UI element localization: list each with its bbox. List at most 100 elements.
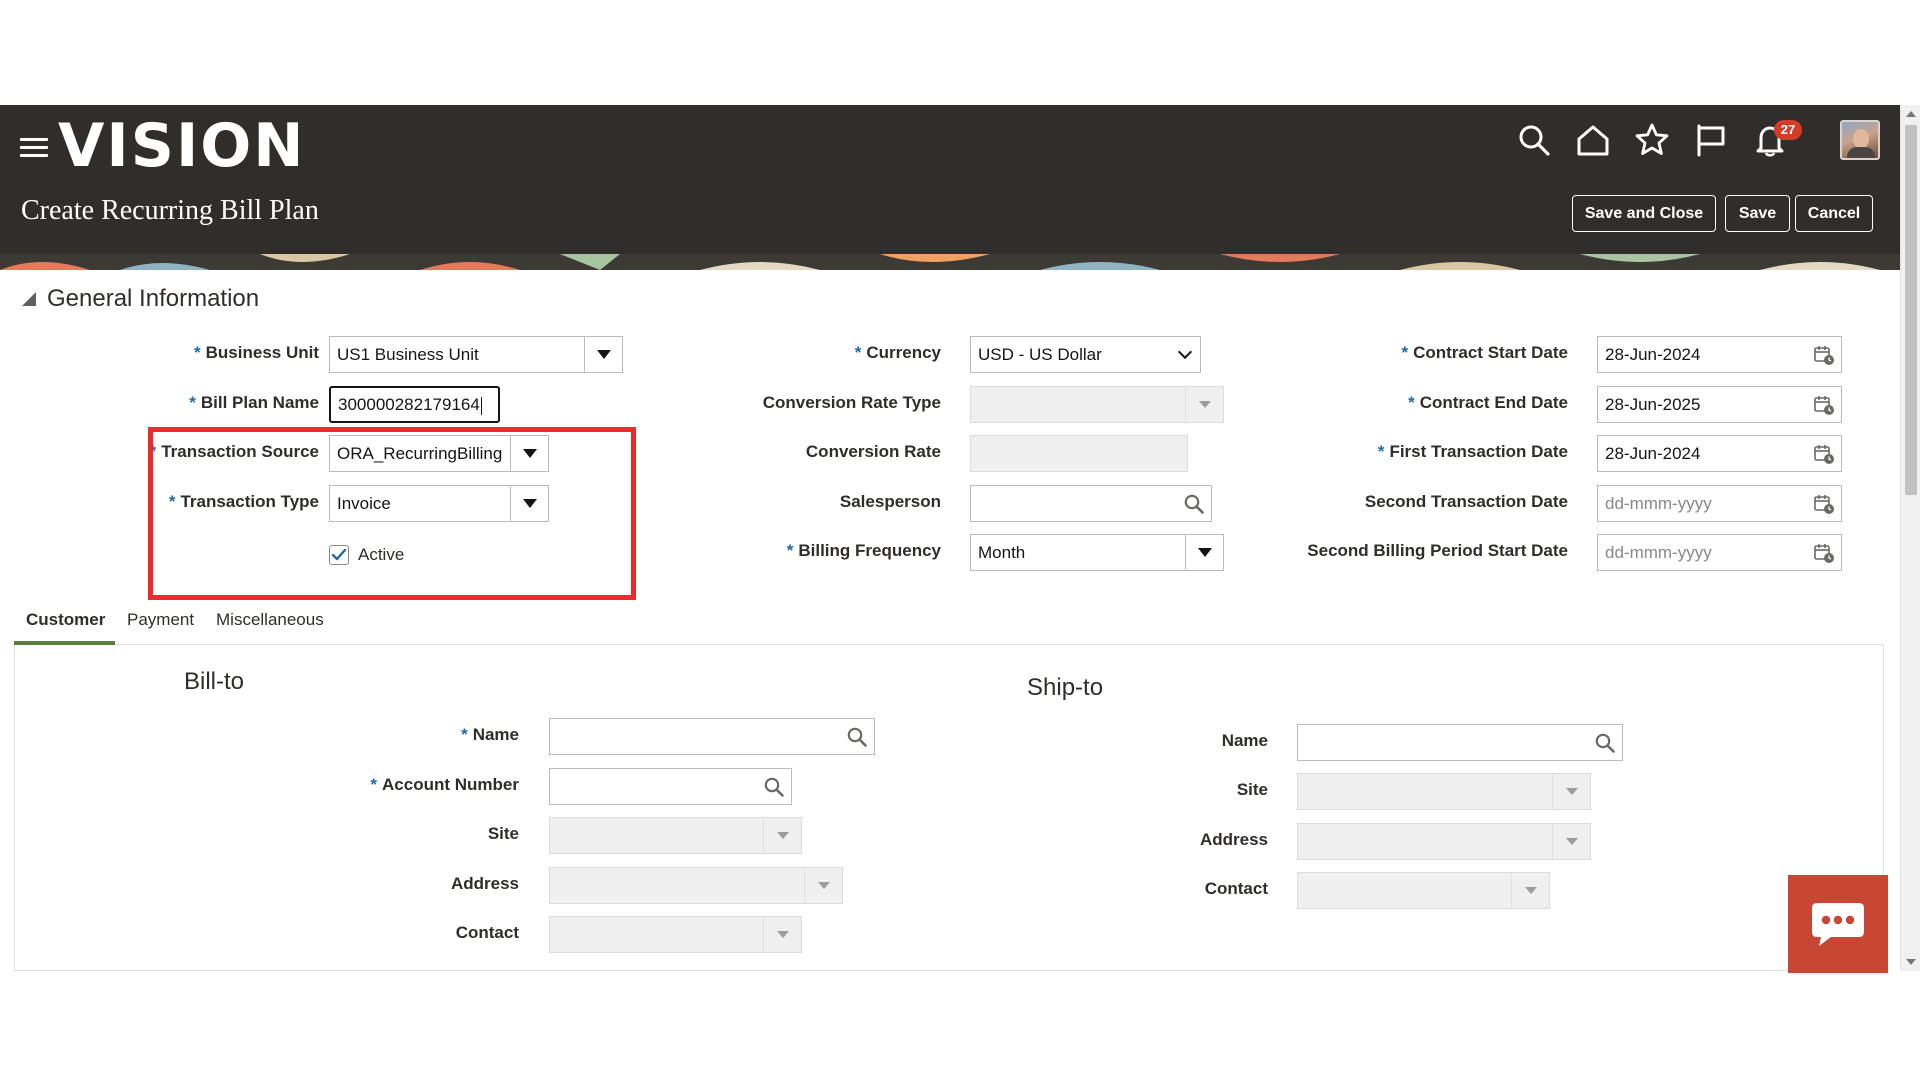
business-unit-dropdown-button[interactable] bbox=[584, 337, 622, 372]
app-root: VISION Create Recurring Bill Plan 27 Sav… bbox=[0, 105, 1900, 973]
search-icon[interactable] bbox=[1516, 122, 1556, 162]
second-billing-period-start-date-label: Second Billing Period Start Date bbox=[1307, 541, 1568, 560]
second-transaction-date-label: Second Transaction Date bbox=[1364, 492, 1568, 511]
chevron-down-icon bbox=[776, 832, 789, 839]
bill-to-title: Bill-to bbox=[184, 668, 245, 695]
search-icon[interactable] bbox=[1588, 725, 1622, 760]
star-icon[interactable] bbox=[1634, 122, 1674, 162]
conversion-rate-type-dropdown-button[interactable] bbox=[1185, 387, 1223, 422]
bill-to-contact-dropdown-button[interactable] bbox=[763, 917, 801, 952]
chat-assistant-button[interactable] bbox=[1788, 875, 1888, 973]
chevron-down-icon bbox=[817, 882, 830, 889]
currency-label: * Currency bbox=[854, 343, 941, 362]
bell-icon[interactable]: 27 bbox=[1752, 120, 1802, 162]
search-icon[interactable] bbox=[757, 769, 791, 804]
chevron-down-icon bbox=[1565, 788, 1578, 795]
global-header: VISION Create Recurring Bill Plan 27 Sav… bbox=[0, 105, 1900, 254]
contract-end-date-input[interactable]: 28-Jun-2025 bbox=[1597, 386, 1842, 423]
ship-to-title: Ship-to bbox=[1027, 674, 1104, 701]
scrollbar-thumb[interactable] bbox=[1905, 125, 1917, 495]
calendar-icon[interactable] bbox=[1807, 387, 1841, 422]
bill-plan-name-input[interactable]: 300000282179164 bbox=[329, 386, 500, 423]
bill-to-contact-label: Contact bbox=[455, 923, 519, 942]
calendar-icon[interactable] bbox=[1807, 337, 1841, 372]
notification-count-badge: 27 bbox=[1774, 120, 1802, 140]
bill-to-account-number-label: * Account Number bbox=[370, 775, 519, 794]
chevron-down-icon[interactable] bbox=[1177, 344, 1193, 360]
currency-select[interactable]: USD - US Dollar bbox=[970, 336, 1201, 373]
chevron-down-icon bbox=[776, 931, 789, 938]
vision-logo[interactable]: VISION bbox=[58, 111, 306, 181]
calendar-icon[interactable] bbox=[1807, 486, 1841, 521]
active-checkbox[interactable] bbox=[329, 545, 349, 565]
chevron-down-icon bbox=[596, 350, 611, 359]
conversion-rate-label: Conversion Rate bbox=[805, 442, 941, 461]
first-transaction-date-input[interactable]: 28-Jun-2024 bbox=[1597, 435, 1842, 472]
cancel-button[interactable]: Cancel bbox=[1795, 195, 1873, 232]
search-icon[interactable] bbox=[840, 719, 874, 754]
chat-bubble-icon bbox=[1812, 903, 1864, 946]
chevron-down-icon bbox=[522, 449, 537, 458]
business-unit-select[interactable]: US1 Business Unit bbox=[329, 336, 623, 373]
second-billing-period-start-date-input[interactable]: dd-mmm-yyyy bbox=[1597, 534, 1842, 571]
customer-tab-panel bbox=[14, 645, 1884, 971]
bill-to-site-label: Site bbox=[487, 824, 519, 843]
contract-start-date-input[interactable]: 28-Jun-2024 bbox=[1597, 336, 1842, 373]
first-transaction-date-label: * First Transaction Date bbox=[1377, 442, 1568, 461]
billing-frequency-label: * Billing Frequency bbox=[786, 541, 941, 560]
ship-to-contact-dropdown-button[interactable] bbox=[1511, 873, 1549, 908]
billing-frequency-select[interactable]: Month bbox=[970, 534, 1224, 571]
salesperson-label: Salesperson bbox=[839, 492, 941, 511]
bill-to-site-dropdown-button[interactable] bbox=[763, 818, 801, 853]
bill-to-name-input[interactable] bbox=[549, 718, 875, 755]
billing-frequency-dropdown-button[interactable] bbox=[1185, 535, 1223, 570]
ship-to-site-select[interactable] bbox=[1297, 773, 1591, 810]
ship-to-name-label: Name bbox=[1221, 731, 1268, 750]
transaction-type-dropdown-button[interactable] bbox=[510, 486, 548, 521]
chevron-down-icon bbox=[1565, 838, 1578, 845]
scroll-down-arrow-icon[interactable] bbox=[1906, 959, 1916, 965]
tab-payment[interactable]: Payment bbox=[127, 610, 194, 630]
second-transaction-date-input[interactable]: dd-mmm-yyyy bbox=[1597, 485, 1842, 522]
flag-icon[interactable] bbox=[1693, 122, 1733, 162]
transaction-type-select[interactable]: Invoice bbox=[329, 485, 549, 522]
salesperson-input[interactable] bbox=[970, 485, 1212, 522]
ship-to-site-label: Site bbox=[1236, 780, 1268, 799]
ship-to-address-dropdown-button[interactable] bbox=[1552, 824, 1590, 859]
tab-customer[interactable]: Customer bbox=[26, 610, 105, 630]
bill-plan-name-label: * Bill Plan Name bbox=[189, 393, 319, 412]
calendar-icon[interactable] bbox=[1807, 535, 1841, 570]
transaction-source-select[interactable]: ORA_RecurringBilling bbox=[329, 435, 549, 472]
ship-to-name-input[interactable] bbox=[1297, 724, 1623, 761]
user-avatar[interactable] bbox=[1840, 120, 1880, 160]
active-label: Active bbox=[358, 545, 405, 564]
bill-to-address-select[interactable] bbox=[549, 867, 843, 904]
conversion-rate-type-select[interactable] bbox=[970, 386, 1224, 423]
chevron-down-icon bbox=[1524, 887, 1537, 894]
scroll-up-arrow-icon[interactable] bbox=[1906, 111, 1916, 117]
tab-miscellaneous[interactable]: Miscellaneous bbox=[216, 610, 324, 630]
save-button[interactable]: Save bbox=[1725, 195, 1790, 232]
conversion-rate-type-label: Conversion Rate Type bbox=[762, 393, 941, 412]
hamburger-menu-icon[interactable] bbox=[20, 133, 48, 163]
save-and-close-button[interactable]: Save and Close bbox=[1572, 195, 1716, 232]
bill-to-site-select[interactable] bbox=[549, 817, 802, 854]
chevron-down-icon bbox=[1198, 401, 1211, 408]
decorative-banner bbox=[0, 254, 1900, 270]
conversion-rate-input[interactable] bbox=[970, 435, 1188, 472]
vertical-scrollbar[interactable] bbox=[1900, 105, 1920, 971]
bill-to-contact-select[interactable] bbox=[549, 916, 802, 953]
bill-to-account-number-input[interactable] bbox=[549, 768, 792, 805]
bill-to-address-label: Address bbox=[450, 874, 519, 893]
transaction-source-dropdown-button[interactable] bbox=[510, 436, 548, 471]
salesperson-search-icon[interactable] bbox=[1177, 486, 1211, 521]
home-icon[interactable] bbox=[1575, 122, 1615, 162]
bill-to-address-dropdown-button[interactable] bbox=[804, 868, 842, 903]
calendar-icon[interactable] bbox=[1807, 436, 1841, 471]
collapse-triangle-icon[interactable] bbox=[22, 292, 36, 306]
bill-to-name-label: * Name bbox=[461, 725, 519, 744]
ship-to-contact-select[interactable] bbox=[1297, 872, 1550, 909]
chevron-down-icon bbox=[522, 499, 537, 508]
ship-to-address-select[interactable] bbox=[1297, 823, 1591, 860]
ship-to-site-dropdown-button[interactable] bbox=[1552, 774, 1590, 809]
